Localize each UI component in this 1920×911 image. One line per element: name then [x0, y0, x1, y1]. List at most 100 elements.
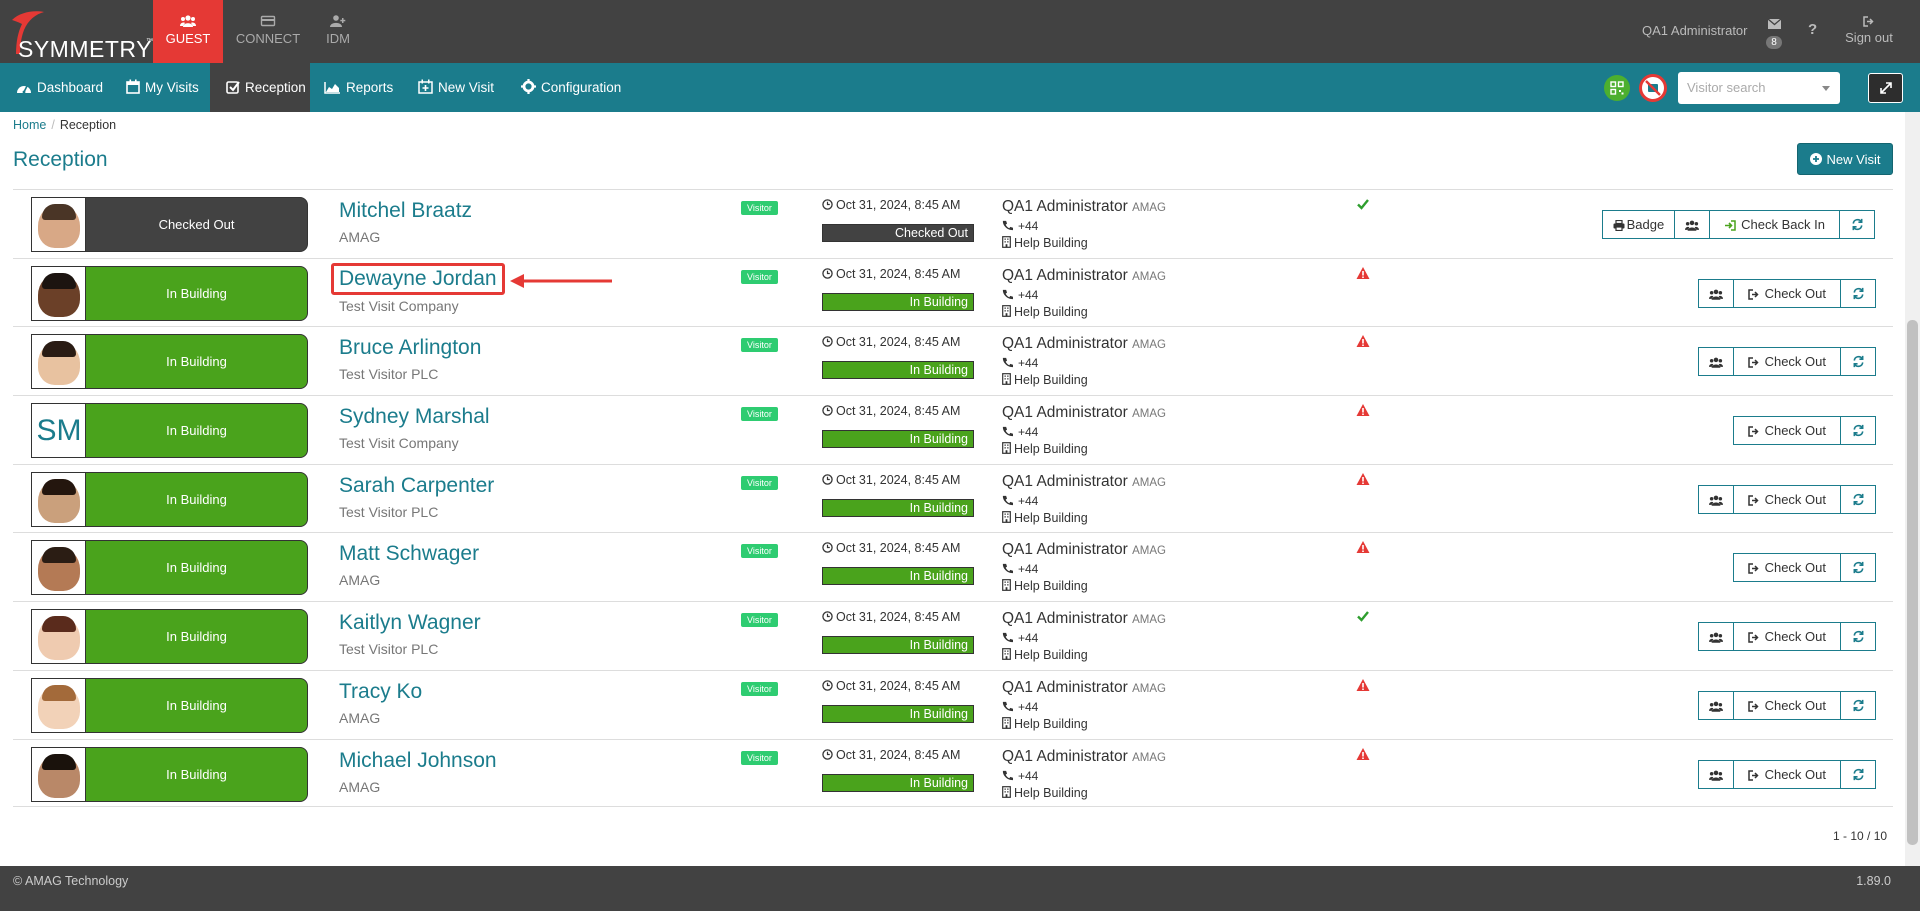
group-members-button[interactable] — [1697, 690, 1734, 720]
qr-scan-button[interactable] — [1604, 75, 1630, 101]
chevron-down-icon — [1822, 86, 1830, 91]
check-out-button[interactable]: Check Out — [1732, 690, 1841, 720]
refresh-button[interactable] — [1840, 759, 1876, 789]
visitor-name-link[interactable]: Kaitlyn Wagner — [339, 611, 481, 635]
visit-status-pill[interactable]: SM In Building — [31, 403, 308, 459]
camera-disabled-button[interactable] — [1639, 74, 1667, 102]
visit-status-label: In Building — [166, 629, 227, 645]
refresh-button[interactable] — [1839, 210, 1875, 239]
help-button[interactable]: ? — [1808, 21, 1817, 38]
visitor-name-link[interactable]: Dewayne Jordan — [331, 262, 505, 295]
host-name[interactable]: QA1 Administrator — [1002, 267, 1128, 284]
host-name[interactable]: QA1 Administrator — [1002, 748, 1128, 765]
refresh-button[interactable] — [1840, 484, 1876, 514]
visit-status-pill[interactable]: In Building — [31, 265, 308, 321]
messages-button[interactable]: 8 — [1764, 16, 1784, 49]
nav-item-reports[interactable]: Reports — [308, 63, 408, 112]
visitor-search-select[interactable]: Visitor search — [1678, 72, 1840, 104]
visitor-name-link[interactable]: Sydney Marshal — [339, 405, 490, 429]
sign-out-button[interactable]: Sign out — [1843, 15, 1895, 45]
visitor-name-link[interactable]: Mitchel Braatz — [339, 199, 472, 223]
warning-icon — [1356, 404, 1370, 417]
group-icon — [1708, 357, 1723, 369]
refresh-button[interactable] — [1840, 553, 1876, 583]
visit-status-bar: In Building — [822, 361, 974, 380]
visitor-name-link[interactable]: Tracy Ko — [339, 680, 422, 704]
visit-status-pill[interactable]: In Building — [31, 609, 308, 665]
clock-icon — [822, 542, 833, 554]
visit-time-text: Oct 31, 2024, 8:45 AM — [836, 198, 961, 212]
check-back-in-button[interactable]: Check Back In — [1709, 210, 1840, 239]
group-members-button[interactable] — [1697, 759, 1734, 789]
nav-item-my-visits[interactable]: My Visits — [110, 63, 210, 112]
group-members-button[interactable] — [1674, 210, 1711, 239]
check-out-button[interactable]: Check Out — [1732, 416, 1841, 446]
check-out-button[interactable]: Check Out — [1732, 622, 1841, 652]
symmetry-logo[interactable]: SYMMETRY ™ — [6, 4, 153, 62]
visit-status-pill[interactable]: In Building — [31, 334, 308, 390]
visit-status-pill[interactable]: In Building — [31, 746, 308, 802]
module-tab-idm[interactable]: IDM — [303, 0, 373, 63]
visit-status-label: In Building — [166, 766, 227, 782]
module-tab-guest[interactable]: GUEST — [153, 0, 223, 63]
check-out-button[interactable]: Check Out — [1732, 484, 1841, 514]
new-visit-label: New Visit — [1826, 152, 1881, 167]
visit-status-pill[interactable]: In Building — [31, 471, 308, 527]
refresh-button[interactable] — [1840, 690, 1876, 720]
group-members-button[interactable] — [1697, 347, 1734, 377]
visitor-name-link[interactable]: Michael Johnson — [339, 749, 497, 773]
refresh-button[interactable] — [1840, 622, 1876, 652]
host-org: AMAG — [1132, 682, 1166, 695]
module-tab-label: IDM — [326, 31, 350, 46]
visitor-name-link[interactable]: Sarah Carpenter — [339, 474, 494, 498]
warning-icon — [1356, 678, 1370, 691]
group-members-button[interactable] — [1697, 278, 1734, 308]
visitor-name-link[interactable]: Bruce Arlington — [339, 336, 481, 360]
host-name[interactable]: QA1 Administrator — [1002, 198, 1128, 215]
visit-time-text: Oct 31, 2024, 8:45 AM — [836, 266, 961, 281]
module-tab-connect[interactable]: CONNECT — [233, 0, 303, 63]
host-name[interactable]: QA1 Administrator — [1002, 541, 1128, 558]
nav-item-reception[interactable]: Reception — [210, 63, 310, 112]
host-name[interactable]: QA1 Administrator — [1002, 610, 1128, 627]
phone-icon — [1002, 495, 1013, 505]
visit-status-pill[interactable]: Checked Out — [31, 197, 308, 252]
group-members-button[interactable] — [1697, 484, 1734, 514]
nav-item-dashboard[interactable]: Dashboard — [0, 63, 115, 112]
host-name[interactable]: QA1 Administrator — [1002, 404, 1128, 421]
visit-row: In Building Kaitlyn Wagner Test Visitor … — [13, 601, 1893, 670]
refresh-button[interactable] — [1840, 416, 1876, 446]
visit-status-pill[interactable]: In Building — [31, 677, 308, 733]
host-name[interactable]: QA1 Administrator — [1002, 335, 1128, 352]
visit-status-pill[interactable]: In Building — [31, 540, 308, 596]
check-out-button[interactable]: Check Out — [1732, 278, 1841, 308]
refresh-button[interactable] — [1840, 347, 1876, 377]
visitor-name-link[interactable]: Matt Schwager — [339, 542, 479, 566]
group-members-button[interactable] — [1697, 622, 1734, 652]
visit-location-text: Help Building — [1014, 716, 1088, 731]
logo-text: SYMMETRY — [18, 36, 152, 62]
check-out-button[interactable]: Check Out — [1732, 759, 1841, 789]
host-phone: +44 — [1002, 356, 1038, 370]
phone-icon — [1002, 701, 1013, 711]
clock-icon — [822, 267, 833, 279]
check-out-button[interactable]: Check Out — [1732, 553, 1841, 583]
nav-item-new-visit[interactable]: New Visit — [402, 63, 512, 112]
breadcrumb-current: Reception — [59, 118, 117, 132]
nav-item-configuration[interactable]: Configuration — [505, 63, 635, 112]
host-info: QA1 Administrator AMAG — [1002, 198, 1166, 216]
scrollbar-thumb[interactable] — [1907, 320, 1918, 845]
refresh-button[interactable] — [1840, 278, 1876, 308]
host-name[interactable]: QA1 Administrator — [1002, 473, 1128, 490]
check-out-button[interactable]: Check Out — [1732, 347, 1841, 377]
host-org: AMAG — [1132, 339, 1166, 352]
user-plus-icon — [330, 15, 346, 27]
fullscreen-button[interactable] — [1868, 73, 1903, 103]
current-user-name[interactable]: QA1 Administrator — [1642, 23, 1748, 38]
host-name[interactable]: QA1 Administrator — [1002, 679, 1128, 696]
gear-icon — [521, 79, 536, 94]
print-badge-button[interactable]: Badge — [1601, 210, 1676, 239]
new-visit-button[interactable]: New Visit — [1797, 143, 1893, 175]
sign-out-icon — [1863, 16, 1874, 27]
breadcrumb-home[interactable]: Home — [13, 118, 46, 132]
